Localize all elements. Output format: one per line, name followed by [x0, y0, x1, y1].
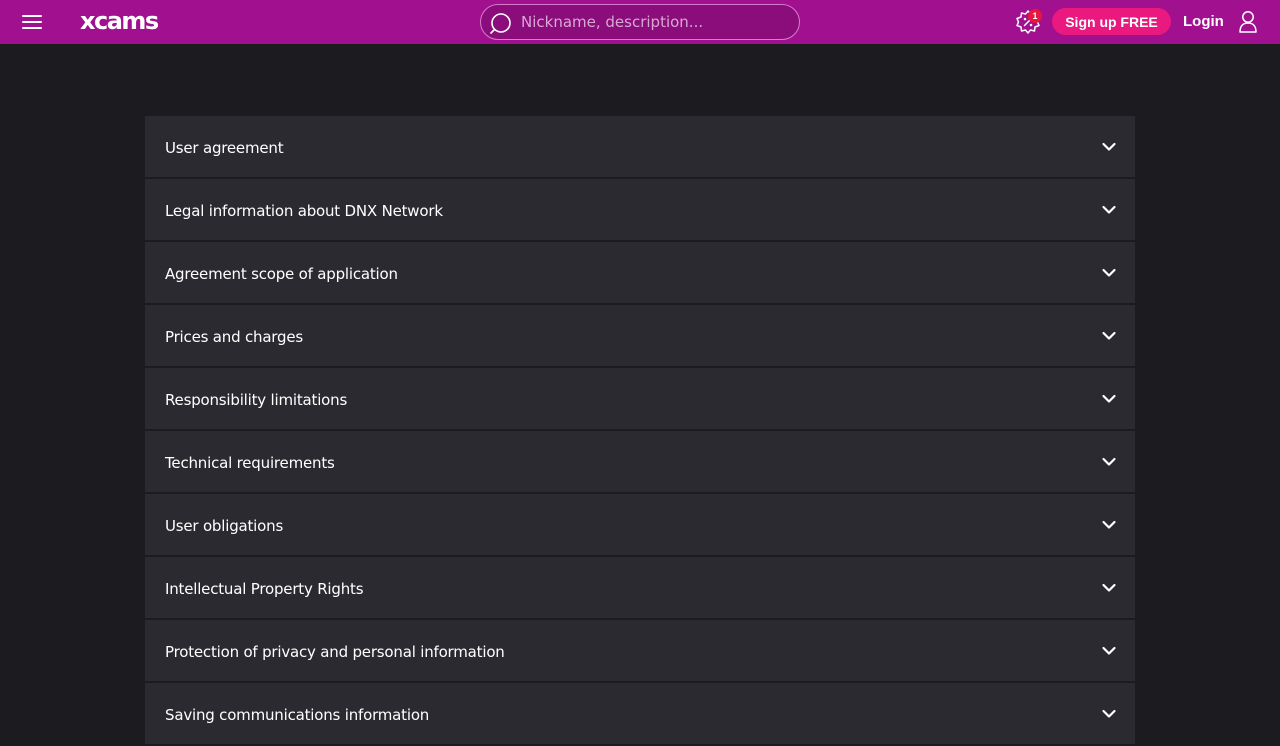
chevron-down-icon[interactable]: [1101, 391, 1117, 407]
accordion-item-privacy-protection[interactable]: Protection of privacy and personal infor…: [145, 620, 1135, 681]
accordion-item-technical-requirements[interactable]: Technical requirements: [145, 431, 1135, 492]
chevron-down-icon[interactable]: [1101, 706, 1117, 722]
accordion-item-label: User obligations: [165, 516, 284, 535]
menu-button[interactable]: [20, 12, 44, 32]
search-box: [480, 4, 800, 40]
top-navigation-bar: xcams 1 Sign up FREE Login: [0, 0, 1280, 44]
promo-count-badge: 1: [1028, 9, 1042, 23]
accordion-item-intellectual-property[interactable]: Intellectual Property Rights: [145, 557, 1135, 618]
chevron-down-icon[interactable]: [1101, 517, 1117, 533]
terms-accordion: User agreement Legal information about D…: [145, 116, 1135, 746]
menu-icon-line: [22, 15, 42, 17]
accordion-item-label: Protection of privacy and personal infor…: [165, 642, 505, 661]
accordion-item-user-obligations[interactable]: User obligations: [145, 494, 1135, 555]
chevron-down-icon[interactable]: [1101, 580, 1117, 596]
accordion-item-saving-communications[interactable]: Saving communications information: [145, 683, 1135, 744]
menu-icon-line: [22, 27, 42, 29]
accordion-item-prices-and-charges[interactable]: Prices and charges: [145, 305, 1135, 366]
chevron-down-icon[interactable]: [1101, 454, 1117, 470]
chevron-down-icon[interactable]: [1101, 139, 1117, 155]
chevron-down-icon[interactable]: [1101, 202, 1117, 218]
accordion-item-label: Saving communications information: [165, 705, 430, 724]
site-logo[interactable]: xcams: [80, 6, 159, 38]
accordion-item-label: User agreement: [165, 138, 284, 157]
menu-icon-line: [22, 21, 42, 23]
accordion-item-label: Legal information about DNX Network: [165, 201, 443, 220]
chevron-down-icon[interactable]: [1101, 328, 1117, 344]
accordion-item-legal-information[interactable]: Legal information about DNX Network: [145, 179, 1135, 240]
accordion-item-label: Intellectual Property Rights: [165, 579, 364, 598]
user-icon[interactable]: [1238, 10, 1258, 34]
accordion-item-label: Responsibility limitations: [165, 390, 348, 409]
search-input[interactable]: [521, 5, 791, 39]
accordion-item-agreement-scope[interactable]: Agreement scope of application: [145, 242, 1135, 303]
search-icon[interactable]: [490, 12, 512, 34]
signup-button[interactable]: Sign up FREE: [1052, 8, 1171, 35]
accordion-item-label: Agreement scope of application: [165, 264, 398, 283]
accordion-item-label: Technical requirements: [165, 453, 335, 472]
chevron-down-icon[interactable]: [1101, 643, 1117, 659]
accordion-item-user-agreement[interactable]: User agreement: [145, 116, 1135, 177]
accordion-item-responsibility-limitations[interactable]: Responsibility limitations: [145, 368, 1135, 429]
accordion-item-label: Prices and charges: [165, 327, 303, 346]
login-link[interactable]: Login: [1183, 12, 1224, 32]
chevron-down-icon[interactable]: [1101, 265, 1117, 281]
